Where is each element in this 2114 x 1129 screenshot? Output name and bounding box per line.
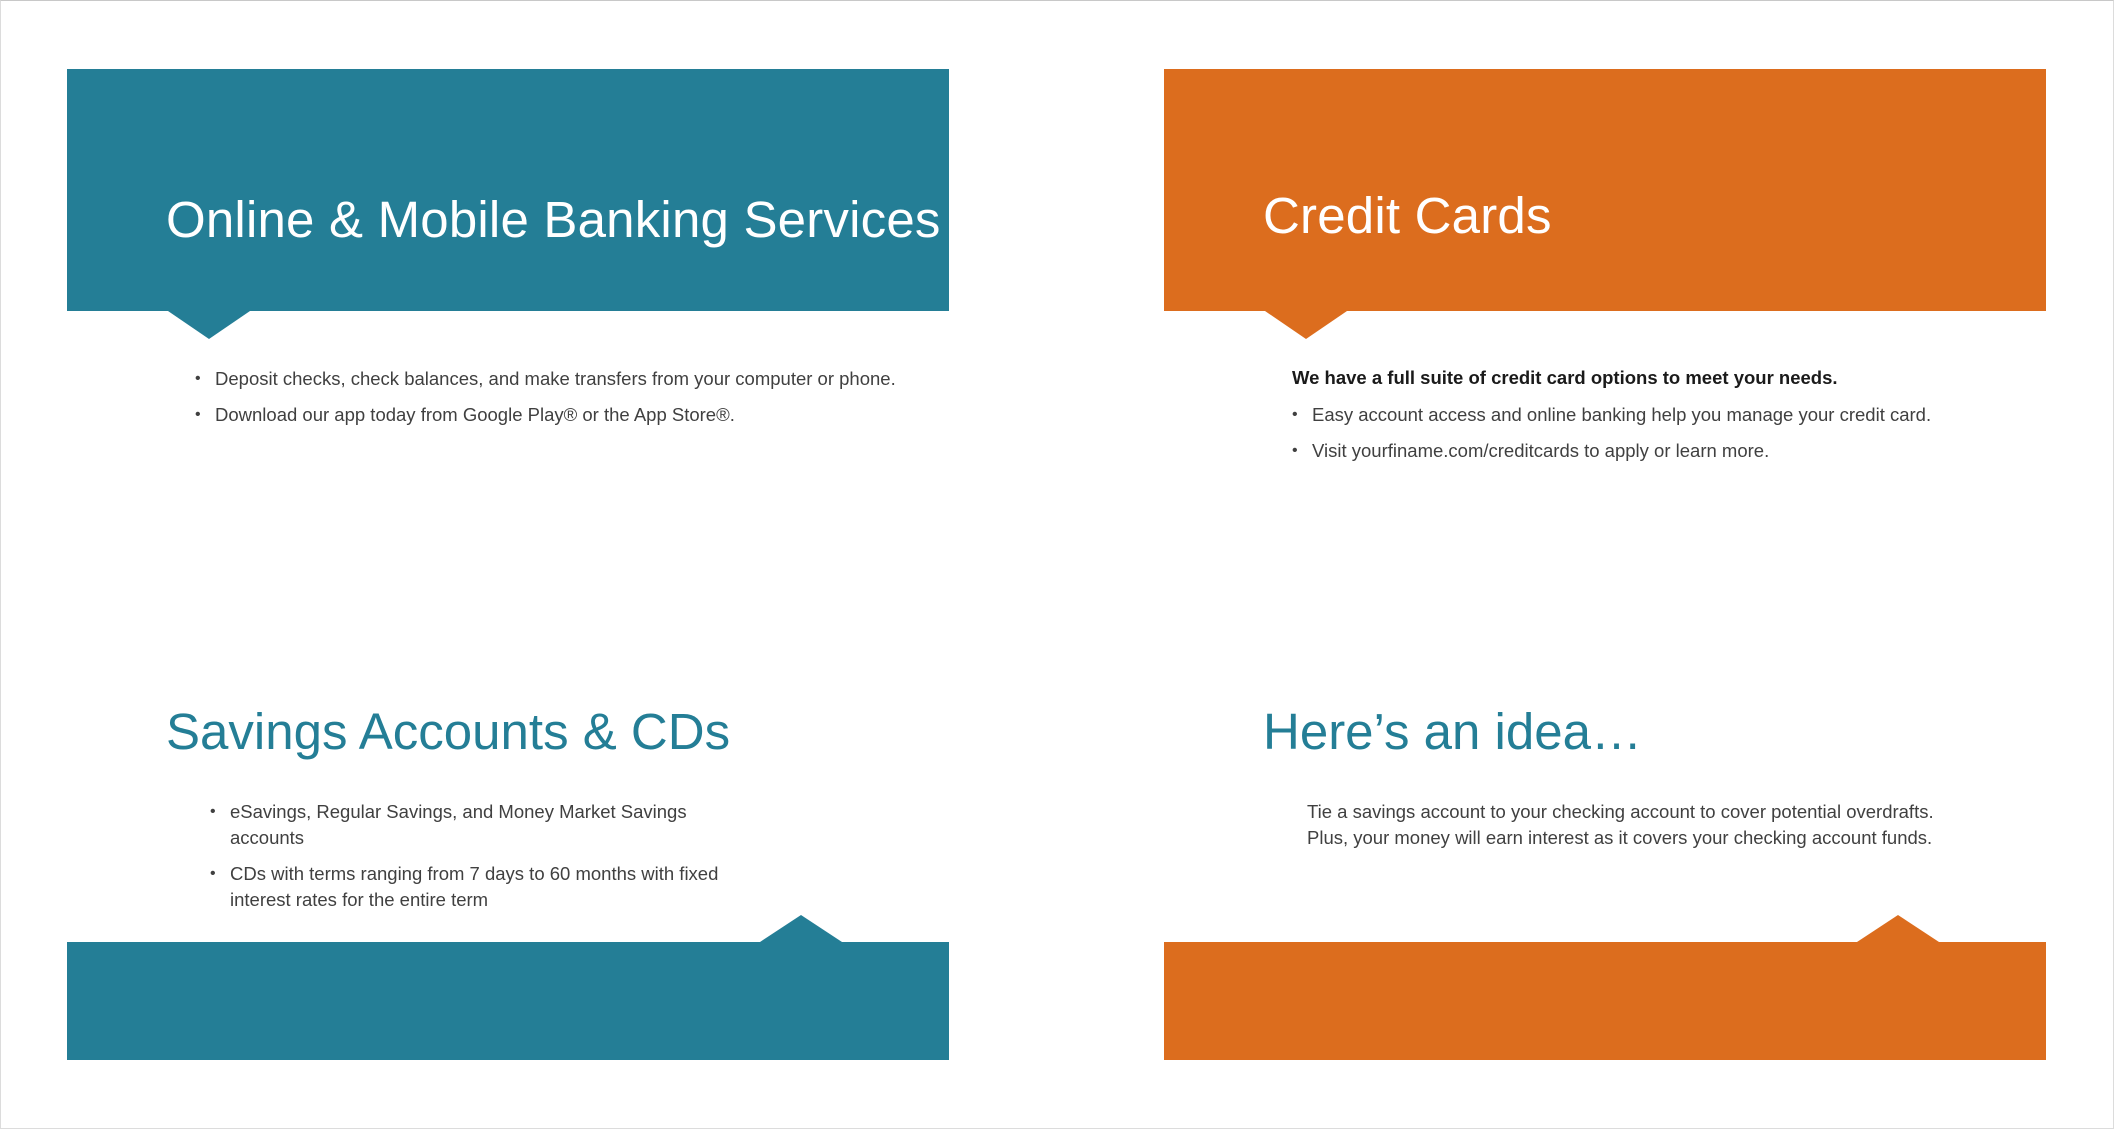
footer-pointer (1857, 915, 1939, 942)
paragraph-line: Tie a savings account to your checking a… (1307, 801, 1934, 822)
panel-title: Here’s an idea… (1263, 703, 1642, 760)
footer-pointer (760, 915, 842, 942)
panel-savings: Savings Accounts & CDs eSavings, Regular… (67, 0, 949, 1060)
list-item: CDs with terms ranging from 7 days to 60… (210, 861, 730, 913)
idea-paragraph: Tie a savings account to your checking a… (1307, 799, 1934, 851)
panel-idea: Here’s an idea… Tie a savings account to… (1164, 0, 2046, 1060)
list-item: eSavings, Regular Savings, and Money Mar… (210, 799, 730, 851)
orange-footer-band (1164, 942, 2046, 1060)
bullet-list: eSavings, Regular Savings, and Money Mar… (210, 799, 730, 923)
teal-footer-band (67, 942, 949, 1060)
panel-title: Savings Accounts & CDs (166, 703, 731, 760)
paragraph-line: Plus, your money will earn interest as i… (1307, 827, 1933, 848)
